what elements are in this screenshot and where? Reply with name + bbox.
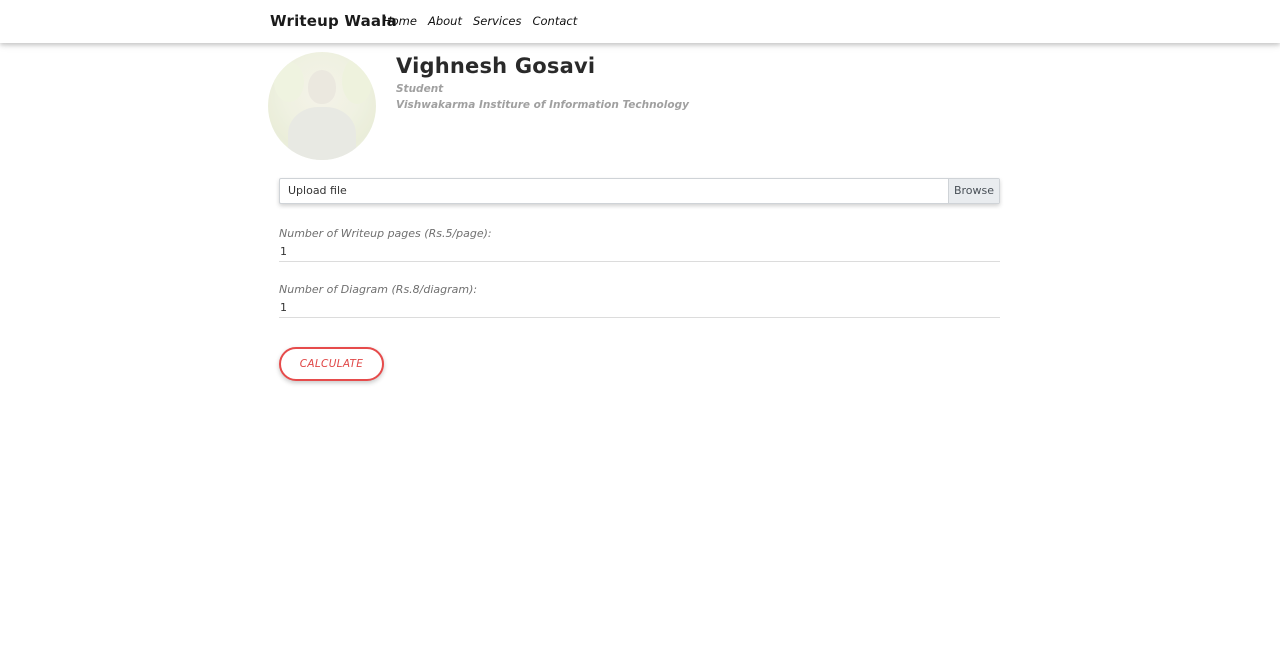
browse-button[interactable]: Browse [948, 179, 999, 203]
profile-institute: Vishwakarma Institure of Information Tec… [396, 99, 689, 111]
profile-avatar [268, 52, 376, 160]
nav-links: Home About Services Contact [383, 14, 577, 28]
nav-link-home[interactable]: Home [383, 14, 417, 28]
writeup-pages-input[interactable] [279, 242, 1000, 262]
brand-logo[interactable]: Writeup Waala [270, 12, 397, 30]
profile-role: Student [396, 83, 444, 95]
avatar-head [308, 70, 336, 104]
diagrams-label: Number of Diagram (Rs.8/diagram): [279, 283, 478, 296]
nav-link-contact[interactable]: Contact [532, 14, 577, 28]
file-upload-field[interactable]: Upload file Browse [279, 178, 1000, 204]
navbar: Writeup Waala Home About Services Contac… [0, 0, 1280, 43]
file-upload-label[interactable]: Upload file [280, 179, 948, 203]
diagrams-input[interactable] [279, 298, 1000, 318]
profile-name: Vighnesh Gosavi [396, 54, 596, 78]
avatar-body [288, 107, 356, 160]
avatar-foliage [342, 58, 372, 104]
nav-link-services[interactable]: Services [473, 14, 522, 28]
writeup-pages-label: Number of Writeup pages (Rs.5/page): [279, 227, 492, 240]
calculate-button[interactable]: CALCULATE [279, 347, 384, 381]
avatar-foliage [274, 62, 304, 102]
nav-link-about[interactable]: About [428, 14, 462, 28]
